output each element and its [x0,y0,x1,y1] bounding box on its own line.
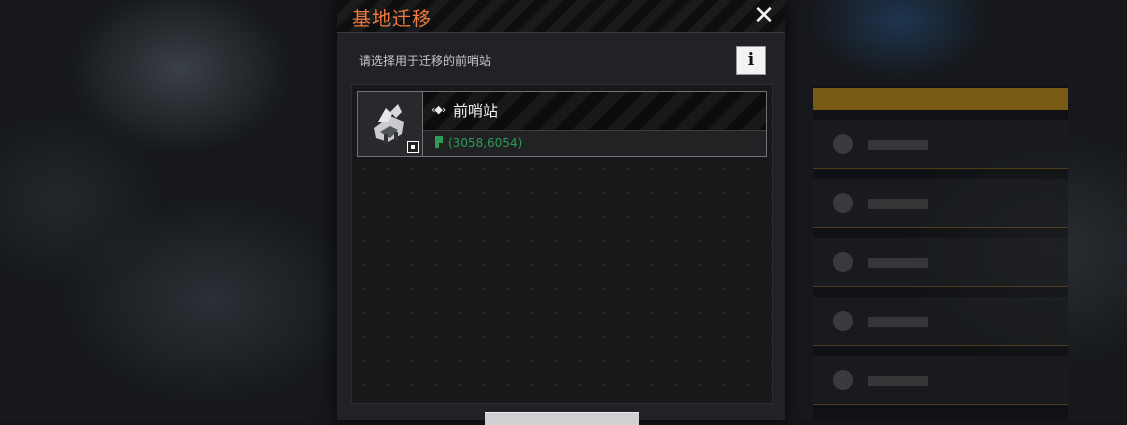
dialog-title: 基地迁移 [352,8,433,30]
outpost-item[interactable]: ‹◆› 前哨站 (3058,6054) [357,91,767,157]
close-icon: ✕ [753,1,775,31]
location-flag-icon [435,136,443,148]
outpost-coordinates: (3058,6054) [448,136,523,150]
outpost-thumbnail [358,92,423,156]
outpost-list: ‹◆› 前哨站 (3058,6054) [351,84,773,404]
background-side-panel [813,86,1068,420]
outpost-header: ‹◆› 前哨站 [423,92,766,131]
info-button[interactable]: i [736,46,766,75]
dialog-title-bar: 基地迁移 ✕ [337,0,785,33]
base-migration-dialog: 基地迁移 ✕ 请选择用于迁移的前哨站 i ‹◆› 前哨站 (3058,6054) [337,0,785,425]
dialog-subtitle: 请选择用于迁移的前哨站 [359,54,492,68]
background-arc [0,10,16,96]
expand-icon [407,141,419,153]
close-button[interactable]: ✕ [751,3,777,29]
outpost-coordinates-row: (3058,6054) [423,131,766,156]
confirm-button[interactable] [485,412,639,425]
outpost-name: 前哨站 [453,102,499,120]
diamond-icon: ‹◆› [431,103,446,116]
